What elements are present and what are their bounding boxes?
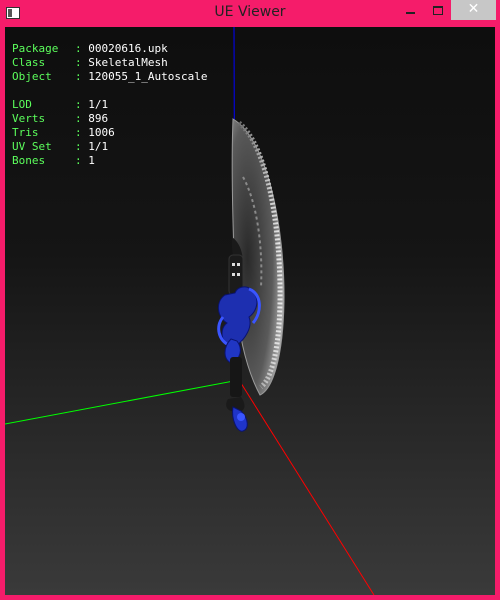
info-row-tris: Tris: 1006 <box>12 126 115 139</box>
info-row-verts: Verts: 896 <box>12 112 109 125</box>
minimize-button[interactable] <box>398 0 424 20</box>
info-row-class: Class: SkeletalMesh <box>12 56 168 69</box>
maximize-button[interactable] <box>425 0 451 20</box>
info-row-package: Package: 00020616.upk <box>12 42 168 55</box>
info-value: 1/1 <box>88 140 109 153</box>
info-label: Object <box>12 70 52 83</box>
info-row-uvset: UV Set: 1/1 <box>12 140 109 153</box>
info-row-bones: Bones: 1 <box>12 154 95 167</box>
info-label: Verts <box>12 112 46 125</box>
info-label: Tris <box>12 126 39 139</box>
3d-viewport[interactable]: Package: 00020616.upk Class: SkeletalMes… <box>5 27 495 595</box>
x-axis-line <box>238 379 375 595</box>
info-row-object: Object: 120055_1_Autoscale <box>12 70 208 83</box>
close-icon: ✕ <box>467 1 480 17</box>
ue-viewer-window: UE Viewer ✕ Package: 00020616.upk Class… <box>0 0 500 600</box>
info-value: 120055_1_Autoscale <box>88 70 208 83</box>
info-label: LOD <box>12 98 32 111</box>
title-bar[interactable]: UE Viewer ✕ <box>0 0 500 27</box>
y-axis-line <box>5 379 240 425</box>
info-label: Class <box>12 56 46 69</box>
info-label: Bones <box>12 154 46 167</box>
info-value: 1/1 <box>88 98 109 111</box>
info-value: 896 <box>88 112 109 125</box>
mesh-info-panel: Package: 00020616.upk Class: SkeletalMes… <box>12 42 207 168</box>
info-label: Package <box>12 42 59 55</box>
info-value: SkeletalMesh <box>88 56 168 69</box>
info-label: UV Set <box>12 140 52 153</box>
info-row-lod: LOD: 1/1 <box>12 98 109 111</box>
close-button[interactable]: ✕ <box>451 0 496 20</box>
info-value: 00020616.upk <box>88 42 168 55</box>
info-value: 1 <box>88 154 95 167</box>
info-value: 1006 <box>88 126 115 139</box>
